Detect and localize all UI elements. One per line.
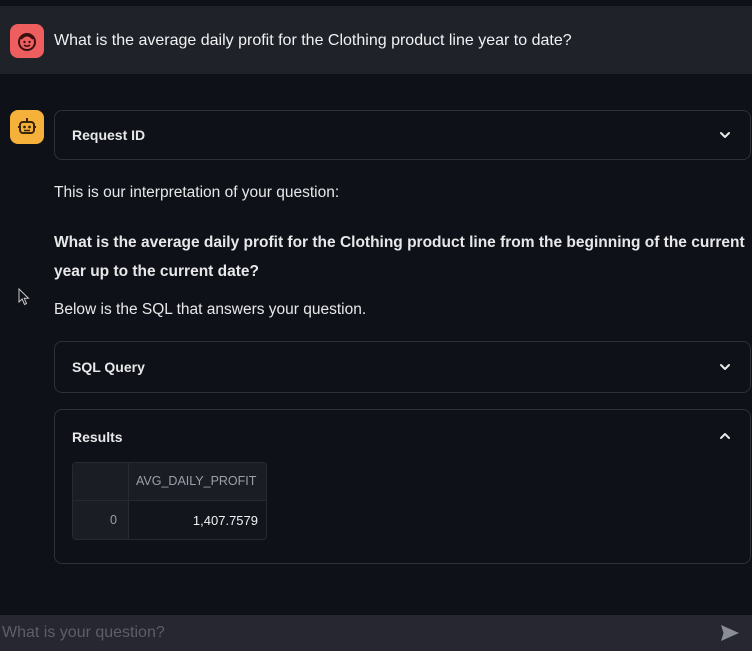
send-button[interactable] bbox=[720, 623, 740, 643]
interpreted-question: What is the average daily profit for the… bbox=[54, 234, 745, 280]
results-label: Results bbox=[72, 429, 123, 445]
results-table[interactable]: AVG_DAILY_PROFIT 0 1,407.7579 bbox=[72, 462, 267, 540]
sql-query-label: SQL Query bbox=[72, 359, 145, 375]
request-id-expander[interactable]: Request ID bbox=[54, 110, 751, 160]
sql-intro: Below is the SQL that answers your quest… bbox=[54, 301, 367, 318]
smiling-face-icon bbox=[18, 33, 36, 51]
question-input[interactable] bbox=[0, 615, 700, 651]
robot-icon bbox=[18, 118, 36, 134]
send-arrow-icon bbox=[721, 625, 739, 641]
results-expander[interactable]: Results AVG_DAILY_PROFIT 0 1,407.7579 bbox=[54, 409, 751, 564]
chat-input-bar bbox=[0, 615, 752, 651]
request-id-label: Request ID bbox=[72, 127, 146, 143]
mouse-cursor-icon bbox=[18, 288, 30, 306]
assistant-avatar bbox=[10, 110, 44, 144]
sql-query-expander[interactable]: SQL Query bbox=[54, 341, 751, 393]
user-message-text: What is the average daily profit for the… bbox=[54, 32, 572, 49]
user-message: What is the average daily profit for the… bbox=[0, 6, 752, 74]
row-index-cell: 0 bbox=[73, 501, 129, 539]
chevron-up-icon[interactable] bbox=[718, 429, 732, 443]
index-column-header bbox=[73, 463, 129, 501]
column-header-avg-daily-profit[interactable]: AVG_DAILY_PROFIT bbox=[129, 463, 266, 501]
chevron-down-icon[interactable] bbox=[718, 128, 732, 142]
interpretation-intro: This is our interpretation of your quest… bbox=[54, 184, 340, 201]
chevron-down-icon[interactable] bbox=[718, 360, 732, 374]
user-avatar bbox=[10, 24, 44, 58]
avg-daily-profit-cell[interactable]: 1,407.7579 bbox=[129, 501, 266, 539]
